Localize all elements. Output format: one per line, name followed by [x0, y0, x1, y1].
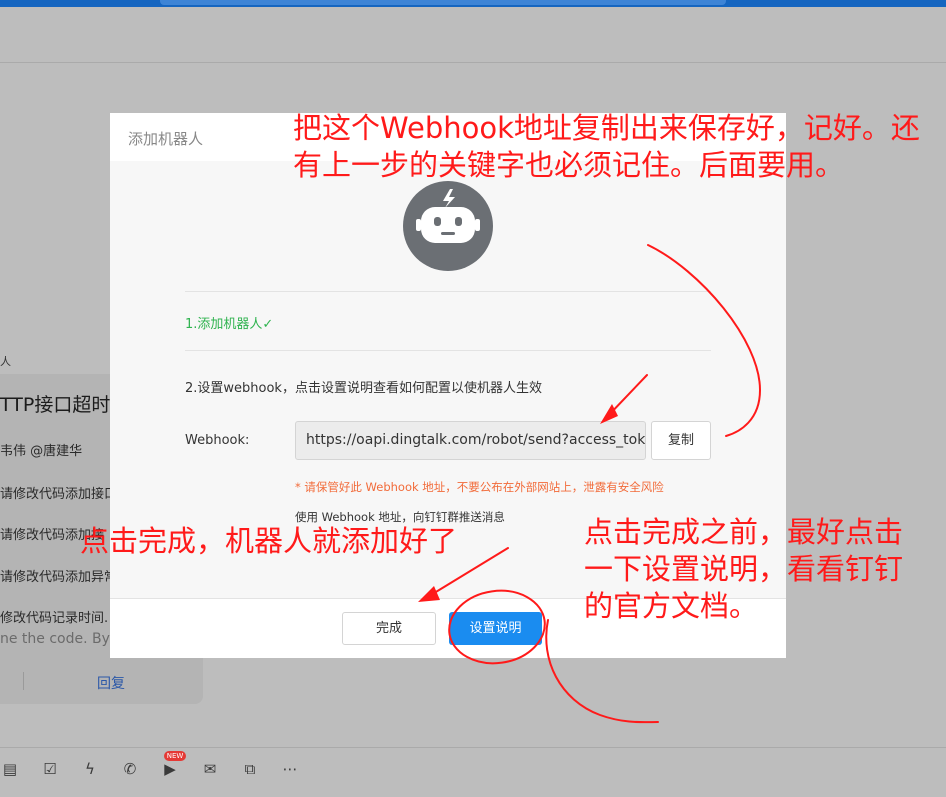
- background-author-line: 韦伟 @唐建华: [0, 444, 83, 459]
- annotation-right: 点击完成之前，最好点击一下设置说明，看看钉钉的官方文档。: [584, 515, 904, 623]
- step-divider: [185, 350, 711, 351]
- background-faint-line: ne the code. By z: [0, 631, 122, 647]
- webhook-url-field[interactable]: https://oapi.dingtalk.com/robot/send?acc…: [295, 421, 646, 460]
- annotation-left: 点击完成，机器人就添加好了: [80, 524, 458, 558]
- background-reply-divider: [23, 672, 24, 690]
- setup-instructions-button[interactable]: 设置说明: [449, 612, 542, 645]
- background-chat-title: TTP接口超时: [0, 394, 111, 416]
- window-top-bar: [0, 0, 946, 7]
- annotation-top: 把这个Webhook地址复制出来保存好，记好。还有上一步的关键字也必须记住。后面…: [293, 111, 920, 182]
- more-icon[interactable]: ⋯: [281, 760, 299, 778]
- reply-link[interactable]: 回复: [97, 673, 125, 693]
- new-badge: NEW: [164, 751, 186, 761]
- copy-button[interactable]: 复制: [651, 421, 711, 460]
- task-check-icon[interactable]: ☑: [41, 760, 59, 778]
- toolbar-divider: [0, 747, 946, 748]
- apps-icon[interactable]: ⧉: [241, 760, 259, 778]
- done-button[interactable]: 完成: [342, 612, 436, 645]
- security-warning: * 请保管好此 Webhook 地址，不要公布在外部网站上，泄露有安全风险: [295, 480, 664, 494]
- webhook-label: Webhook:: [185, 433, 250, 448]
- background-tiny-label: 人: [0, 355, 11, 368]
- background-line: 修改代码记录时间.: [0, 611, 109, 626]
- background-line: 请修改代码添加接口: [0, 487, 118, 502]
- top-search-strip[interactable]: [160, 0, 726, 5]
- background-line: 请修改代码添加异常: [0, 570, 118, 585]
- dialog-title: 添加机器人: [128, 130, 204, 148]
- step-2-label: 2.设置webhook，点击设置说明查看如何配置以使机器人生效: [185, 381, 542, 396]
- lightning-icon[interactable]: ϟ: [81, 760, 99, 778]
- step-1-label: 1.添加机器人✓: [185, 317, 274, 332]
- phone-icon[interactable]: ✆: [121, 760, 139, 778]
- mail-icon[interactable]: ✉: [201, 760, 219, 778]
- robot-icon: [403, 181, 493, 271]
- calendar-icon[interactable]: ▤: [1, 760, 19, 778]
- step-divider: [185, 291, 711, 292]
- live-icon[interactable]: ▶: [161, 760, 179, 778]
- header-divider: [0, 62, 946, 63]
